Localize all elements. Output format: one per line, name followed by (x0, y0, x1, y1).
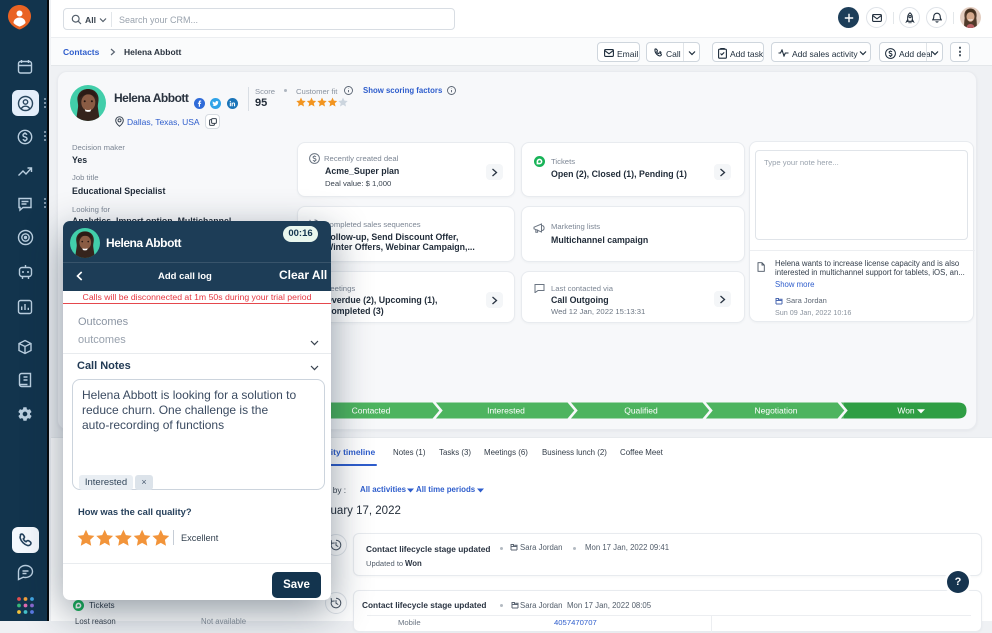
svg-text:Negotiation: Negotiation (754, 406, 797, 416)
svg-text:Won: Won (897, 406, 915, 416)
svg-text:Qualified: Qualified (624, 406, 658, 416)
svg-text:Interested: Interested (487, 406, 525, 416)
svg-text:Contacted: Contacted (352, 406, 391, 416)
